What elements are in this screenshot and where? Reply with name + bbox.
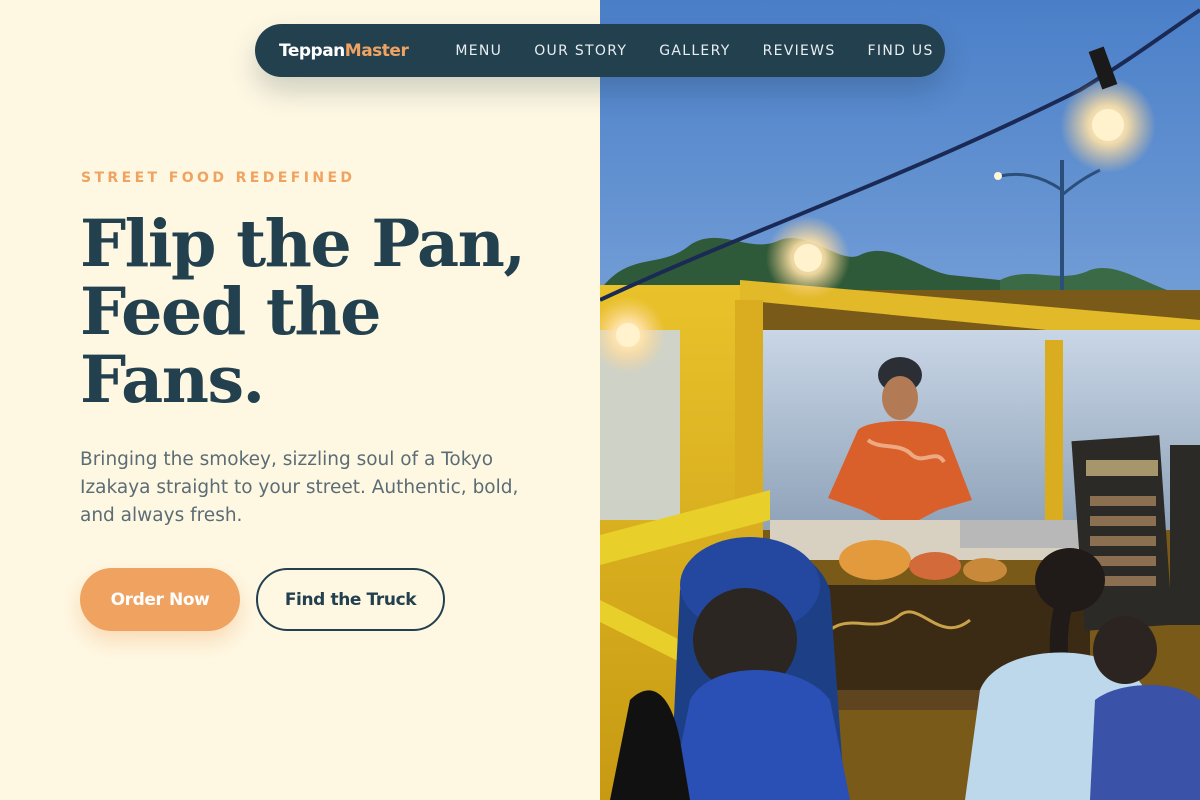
nav-link-our-story[interactable]: OUR STORY — [534, 43, 627, 59]
hero-subcopy: Bringing the smokey, sizzling soul of a … — [80, 446, 530, 530]
nav-link-find-us[interactable]: FIND US — [868, 43, 934, 59]
hero-left-panel: STREET FOOD REDEFINED Flip the Pan, Feed… — [0, 0, 600, 800]
hero-headline: Flip the Pan, Feed the Fans. — [80, 210, 580, 414]
brand-part-master: Master — [344, 40, 409, 61]
nav-link-gallery[interactable]: GALLERY — [659, 43, 730, 59]
hero-eyebrow: STREET FOOD REDEFINED — [81, 170, 356, 186]
nav-link-reviews[interactable]: REVIEWS — [763, 43, 836, 59]
subcopy-line: Izakaya straight to your street. Authent… — [80, 477, 519, 498]
brand-logo[interactable]: TeppanMaster — [279, 40, 409, 61]
headline-line: Fans. — [80, 342, 265, 418]
top-navigation: TeppanMaster MENU OUR STORY GALLERY REVI… — [255, 24, 945, 77]
headline-line: Feed the — [80, 274, 382, 350]
headline-line: Flip the Pan, — [80, 206, 526, 282]
brand-part-teppan: Teppan — [279, 40, 345, 61]
order-now-button[interactable]: Order Now — [80, 568, 240, 631]
subcopy-line: and always fresh. — [80, 505, 243, 526]
subcopy-line: Bringing the smokey, sizzling soul of a … — [80, 449, 494, 470]
nav-links: MENU OUR STORY GALLERY REVIEWS FIND US — [455, 43, 933, 59]
food-truck-photo-icon — [600, 0, 1200, 800]
nav-link-menu[interactable]: MENU — [455, 43, 502, 59]
hero-photo — [600, 0, 1200, 800]
find-the-truck-button[interactable]: Find the Truck — [256, 568, 445, 631]
